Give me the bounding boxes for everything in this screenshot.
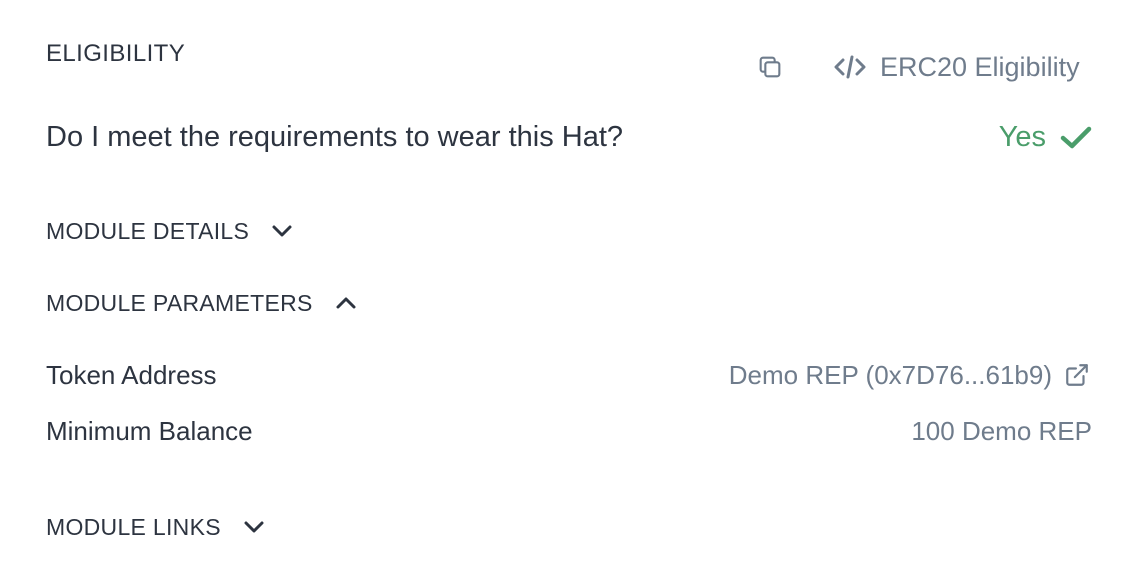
module-links-label: MODULE LINKS — [46, 513, 221, 540]
external-link-icon[interactable] — [1064, 362, 1090, 388]
check-icon — [1060, 126, 1092, 148]
parameter-value-token-address: Demo REP (0x7D76...61b9) — [729, 359, 1090, 391]
module-parameters-toggle[interactable]: MODULE PARAMETERS — [46, 288, 357, 318]
module-details-toggle[interactable]: MODULE DETAILS — [46, 216, 293, 246]
module-parameters-label: MODULE PARAMETERS — [46, 289, 313, 316]
parameter-value-minimum-balance: 100 Demo REP — [911, 416, 1092, 446]
module-links-toggle[interactable]: MODULE LINKS — [46, 512, 265, 542]
section-title: ELIGIBILITY — [46, 40, 186, 67]
chevron-down-icon — [272, 225, 292, 237]
code-icon — [834, 55, 866, 79]
module-details-label: MODULE DETAILS — [46, 217, 250, 244]
eligibility-panel: ELIGIBILITY ERC20 Eligibility Do I meet … — [0, 0, 1146, 582]
copy-icon — [759, 56, 781, 78]
chevron-up-icon — [336, 297, 356, 309]
copy-button[interactable] — [752, 49, 788, 85]
requirement-question: Do I meet the requirements to wear this … — [46, 121, 624, 153]
module-type-label: ERC20 Eligibility — [880, 51, 1080, 82]
parameter-label-token-address: Token Address — [46, 360, 217, 390]
chevron-down-icon — [244, 521, 264, 533]
parameter-label-minimum-balance: Minimum Balance — [46, 416, 253, 446]
token-address-link[interactable]: Demo REP (0x7D76...61b9) — [729, 360, 1052, 391]
module-type-link[interactable]: ERC20 Eligibility — [834, 48, 1080, 86]
requirement-answer: Yes — [999, 121, 1092, 154]
answer-label: Yes — [998, 121, 1046, 153]
